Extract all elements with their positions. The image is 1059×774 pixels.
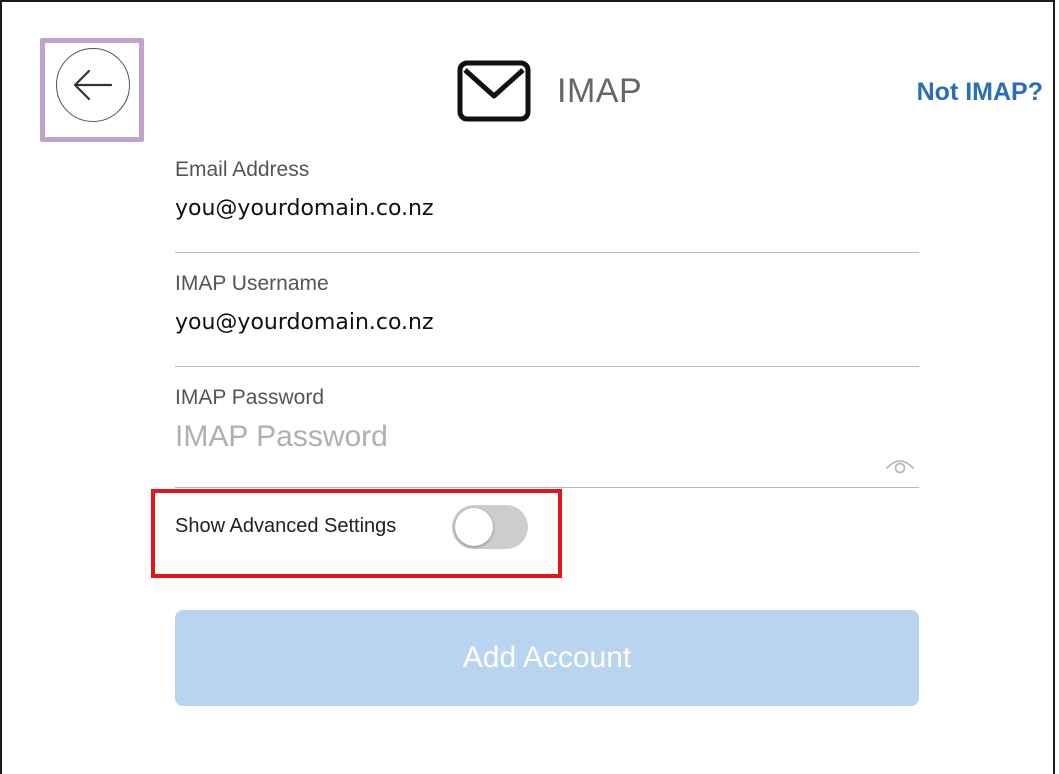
- not-imap-link[interactable]: Not IMAP?: [917, 78, 1043, 107]
- envelope-icon: [457, 60, 531, 122]
- eye-icon[interactable]: [885, 454, 915, 474]
- toggle-knob: [455, 508, 493, 546]
- password-input[interactable]: [175, 420, 855, 454]
- add-account-button[interactable]: Add Account: [175, 610, 919, 706]
- advanced-settings-toggle[interactable]: [452, 505, 528, 549]
- email-label: Email Address: [175, 158, 310, 181]
- username-label: IMAP Username: [175, 272, 329, 295]
- advanced-settings-label: Show Advanced Settings: [175, 515, 397, 537]
- page-header: IMAP: [457, 60, 642, 122]
- email-input[interactable]: [175, 196, 855, 221]
- back-arrow-icon: [73, 69, 113, 101]
- username-field: IMAP Username: [175, 272, 919, 367]
- password-label: IMAP Password: [175, 386, 324, 409]
- email-field: Email Address: [175, 158, 919, 253]
- password-field: IMAP Password: [175, 386, 919, 488]
- page-title: IMAP: [557, 71, 643, 110]
- username-input[interactable]: [175, 310, 855, 335]
- back-button[interactable]: [56, 48, 130, 122]
